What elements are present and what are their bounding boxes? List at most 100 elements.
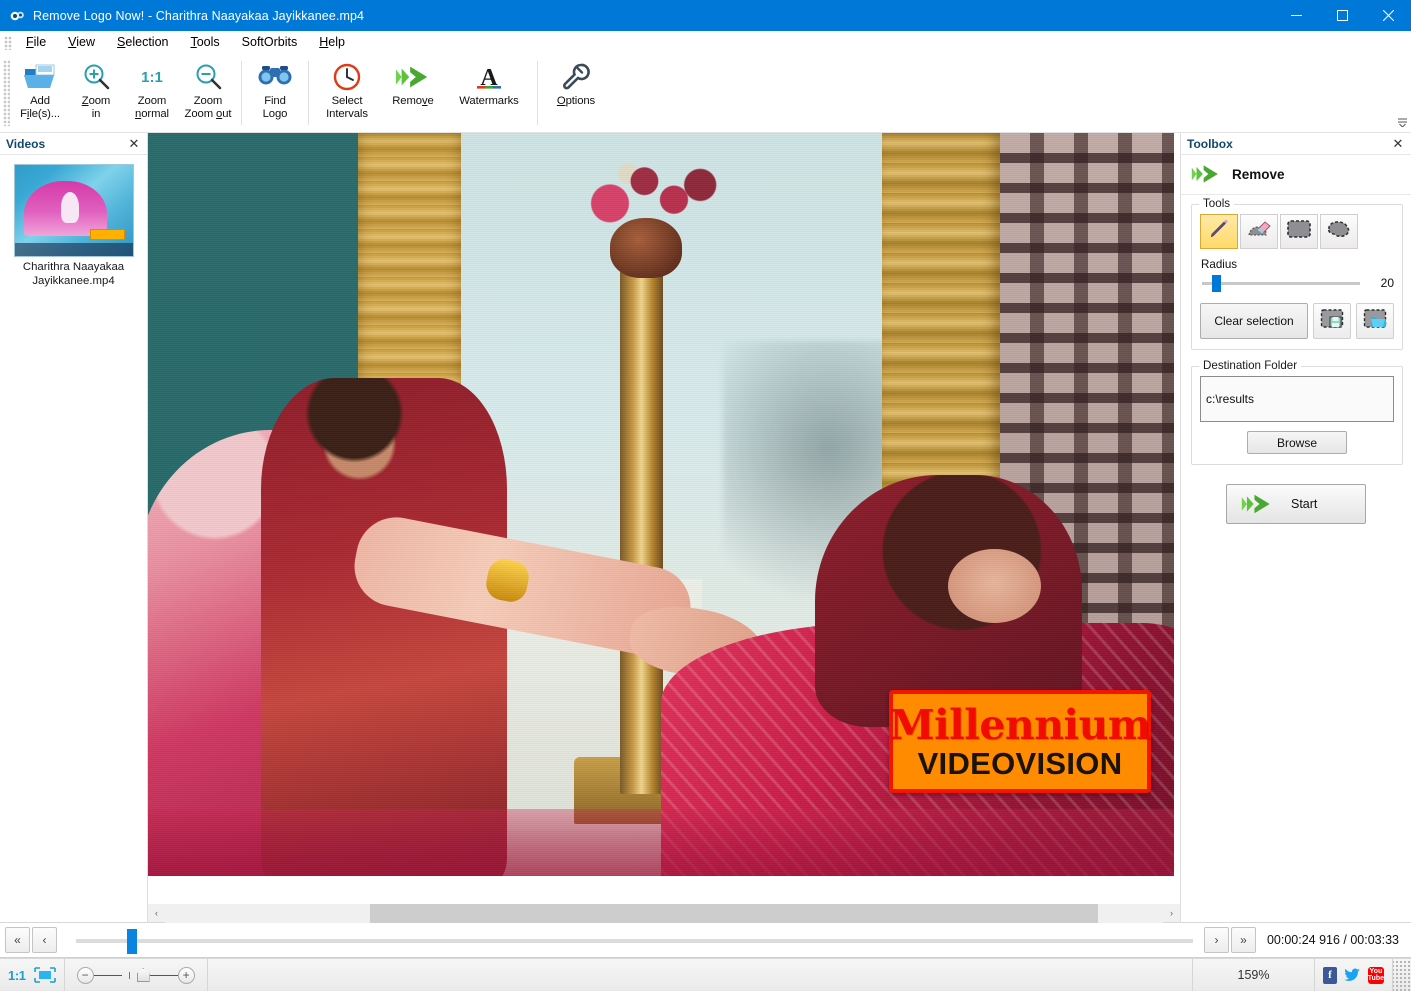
letter-a-icon: A [471,61,507,93]
radius-label: Radius [1201,258,1238,271]
save-selection-button[interactable] [1313,303,1351,339]
menu-view[interactable]: View [57,32,106,53]
frame-flowers [568,159,733,234]
tools-group-legend: Tools [1199,197,1235,210]
step-forward-button[interactable]: › [1203,927,1229,953]
status-spacer [208,958,1193,991]
minimize-button[interactable] [1273,0,1319,31]
ribbon-grip-icon [3,60,10,126]
zoom-out-icon [190,61,226,93]
scroll-right-arrow-icon[interactable]: › [1163,903,1180,923]
toolbox-body: Remove Tools Radius 20 Clear selection D… [1181,155,1411,524]
thumbnail-figure [60,192,80,224]
binoculars-icon [257,61,293,93]
viewport-column: Millennium VIDEOVISION ‹ › [148,133,1180,923]
rectangle-select-tool-button[interactable] [1280,214,1318,249]
timeline-slider[interactable] [76,925,1193,955]
thumbnail-foreground [14,243,133,256]
videos-panel: Videos ✕ Charithra Naayakaa Jayikkanee.m… [0,133,148,922]
radius-slider[interactable] [1200,274,1360,292]
browse-button[interactable]: Browse [1247,431,1347,454]
zoom-in-icon [78,61,114,93]
zoom-level-display: 159% [1193,958,1315,991]
destination-folder-group: Destination Folder Browse [1191,359,1403,465]
video-canvas[interactable]: Millennium VIDEOVISION [148,133,1180,903]
select-intervals-label: Select Intervals [326,95,368,120]
radius-slider-track [1202,282,1360,285]
canvas-horizontal-scrollbar[interactable]: ‹ › [148,903,1180,923]
clear-selection-button[interactable]: Clear selection [1200,303,1308,339]
tools-group: Tools Radius 20 Clear selection [1191,197,1403,350]
scrollbar-thumb[interactable] [369,903,1099,923]
scrollbar-track[interactable] [165,903,1163,923]
timeline-thumb[interactable] [127,929,138,954]
svg-text:1:1: 1:1 [141,69,163,86]
zoom-normal-button[interactable]: 1:1 Zoom normal [124,54,180,132]
load-selection-button[interactable] [1356,303,1394,339]
skip-to-start-button[interactable]: « [5,927,30,953]
start-button-label: Start [1291,497,1318,511]
videos-panel-close-icon[interactable]: ✕ [126,136,142,152]
facebook-icon[interactable]: f [1323,966,1337,984]
watermarks-label: Watermarks [459,95,519,107]
maximize-button[interactable] [1319,0,1365,31]
plus-icon[interactable]: + [177,966,195,984]
start-button[interactable]: Start [1226,484,1366,524]
green-arrow-icon [395,61,431,93]
options-button[interactable]: Options [543,54,609,132]
watermark-line-1: Millennium [889,700,1151,749]
menu-selection[interactable]: Selection [106,32,179,53]
save-selection-icon [1320,308,1344,335]
eraser-icon [1246,217,1272,246]
zoom-slider-cell[interactable]: − + [65,958,208,991]
ribbon-group-options: Options [543,54,609,132]
ribbon-expand-icon[interactable] [1398,118,1407,129]
destination-folder-legend: Destination Folder [1199,359,1302,372]
millennium-watermark[interactable]: Millennium VIDEOVISION [889,690,1151,793]
application-window: Remove Logo Now! - Charithra Naayakaa Ja… [0,0,1411,991]
pencil-tool-button[interactable] [1200,214,1238,249]
close-button[interactable] [1365,0,1411,31]
add-files-button[interactable]: Add File(s)... [12,54,68,132]
one-to-one-icon: 1:1 [134,61,170,93]
twitter-icon[interactable] [1343,967,1361,984]
toolbox-panel: Toolbox ✕ Remove Tools Radius 20 Clear s… [1180,133,1411,922]
frame-pillar [619,259,664,795]
step-back-button[interactable]: ‹ [32,927,57,953]
menu-file[interactable]: FFileile [15,32,57,53]
zoom-in-button[interactable]: Zoom in [68,54,124,132]
resize-grip-icon[interactable] [1393,958,1411,991]
load-selection-icon [1363,308,1387,335]
options-label: Options [556,95,596,107]
menu-help[interactable]: Help [308,32,356,53]
destination-path-input[interactable] [1200,376,1394,422]
toolbox-close-icon[interactable]: ✕ [1390,136,1406,152]
pencil-icon [1207,217,1231,246]
remove-button[interactable]: Remove [380,54,446,132]
menu-softorbits[interactable]: SoftOrbits [231,32,309,53]
green-arrow-icon [1191,163,1221,185]
select-intervals-button[interactable]: Select Intervals [314,54,380,132]
video-thumbnail[interactable] [13,164,134,257]
ribbon-group-file-zoom: Add File(s)... Zoom in 1:1 Zoom normal Z… [12,54,236,132]
radius-value: 20 [1380,276,1394,290]
zoom-presets-cell: 1:1 [0,958,65,991]
ribbon-separator-2 [308,61,309,125]
zoom-slider-thumb[interactable] [136,968,150,982]
skip-to-end-button[interactable]: » [1230,927,1256,953]
menu-tools[interactable]: Tools [179,32,230,53]
fit-to-window-icon[interactable] [33,967,56,983]
video-frame[interactable]: Millennium VIDEOVISION [148,133,1174,876]
radius-slider-thumb[interactable] [1212,275,1221,292]
browse-row: Browse [1200,431,1394,454]
minus-icon[interactable]: − [76,966,94,984]
lasso-select-tool-button[interactable] [1320,214,1358,249]
watermarks-button[interactable]: A Watermarks [446,54,532,132]
zoom-out-button[interactable]: Zoom Zoom out [180,54,236,132]
eraser-tool-button[interactable] [1240,214,1278,249]
youtube-icon[interactable]: You Tube [1367,966,1384,984]
scroll-left-arrow-icon[interactable]: ‹ [148,903,165,923]
playback-transport-bar: « ‹ › » 00:00:24 916 / 00:03:33 [0,922,1411,958]
one-to-one-button[interactable]: 1:1 [8,968,26,983]
find-logo-button[interactable]: Find Logo [247,54,303,132]
